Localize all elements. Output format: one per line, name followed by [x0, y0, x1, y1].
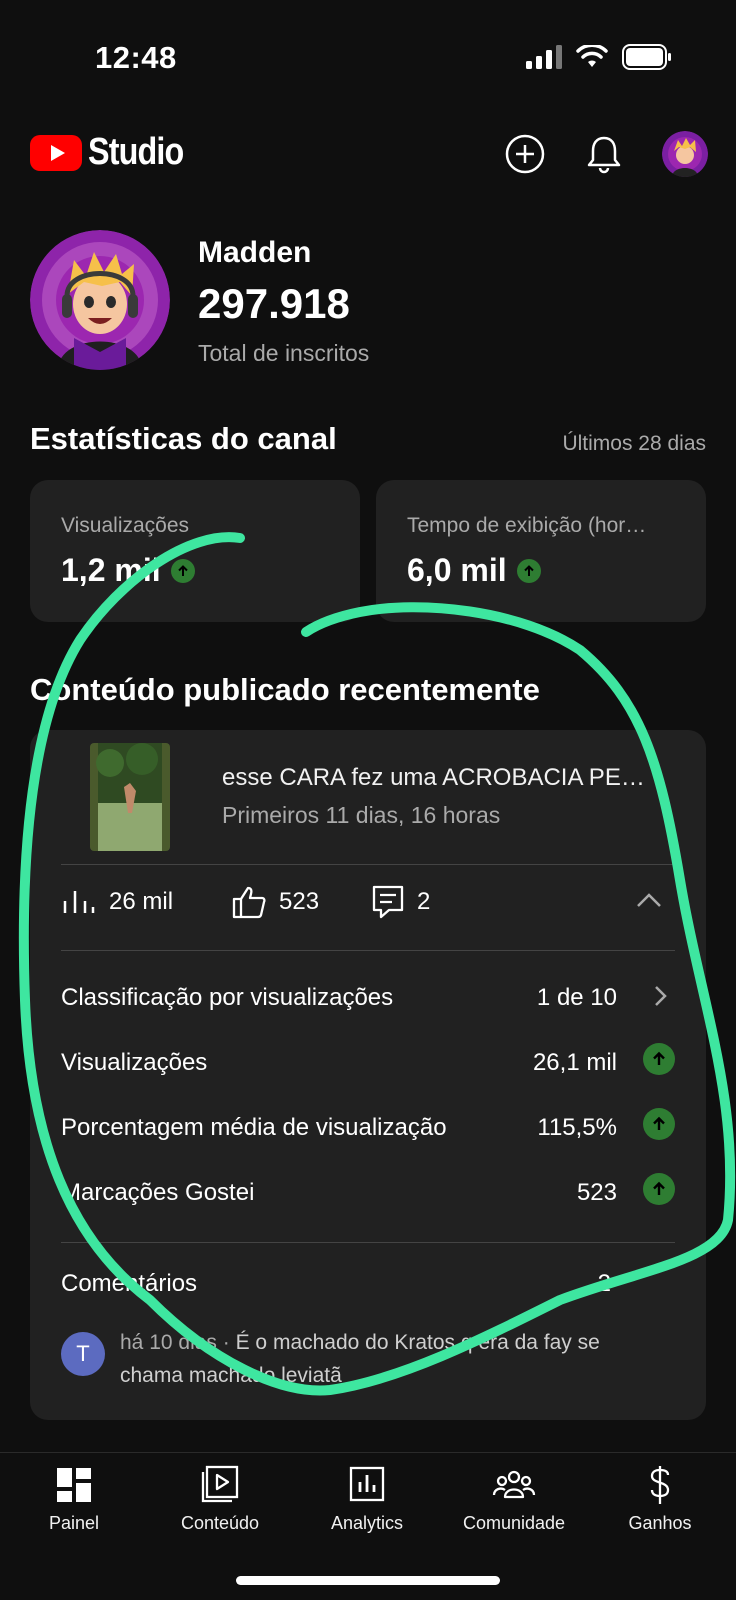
channel-avatar[interactable]: [30, 230, 170, 370]
stats-period[interactable]: Últimos 28 dias: [562, 432, 706, 456]
nav-item-conteudo[interactable]: Conteúdo: [150, 1463, 290, 1543]
battery-icon: [622, 44, 671, 70]
row-avg-percentage: Porcentagem média de visualização 115,5%: [61, 1108, 675, 1148]
metric-views: 26 mil: [61, 870, 173, 934]
community-people-icon: [492, 1470, 536, 1499]
row-label: Comentários: [61, 1270, 198, 1297]
metric-comments: 2: [371, 870, 430, 934]
content-play-icon: [201, 1465, 239, 1503]
status-bar: 12:48: [0, 0, 736, 110]
up-arrow-icon: [643, 1043, 675, 1075]
row-label: Marcações Gostei: [61, 1179, 255, 1206]
home-indicator: [236, 1576, 500, 1585]
recent-video-card: esse CARA fez uma ACROBACIA PE… Primeiro…: [30, 730, 706, 1420]
up-arrow-icon: [643, 1108, 675, 1140]
signal-icon: [526, 45, 562, 69]
nav-item-ganhos[interactable]: Ganhos: [590, 1463, 730, 1543]
bell-icon[interactable]: [584, 133, 624, 175]
logo-text: Studio: [88, 131, 184, 173]
status-icons: [526, 44, 672, 70]
stat-value-text: 1,2 mil: [61, 552, 161, 588]
row-label: Porcentagem média de visualização: [61, 1114, 447, 1141]
stat-value: 6,0 mil: [407, 552, 541, 589]
nav-item-analytics[interactable]: Analytics: [297, 1463, 437, 1543]
up-arrow-icon: [170, 558, 195, 583]
row-label: Classificação por visualizações: [61, 984, 394, 1011]
dollar-icon: [650, 1466, 670, 1504]
commenter-avatar[interactable]: T: [61, 1332, 105, 1376]
nav-label: Comunidade: [462, 1513, 566, 1533]
nav-label: Painel: [48, 1513, 100, 1533]
nav-label: Analytics: [330, 1513, 404, 1533]
subscriber-count: 297.918: [198, 280, 350, 327]
row-likes: Marcações Gostei 523: [61, 1173, 675, 1213]
comment-icon: [372, 885, 404, 919]
metric-likes: 523: [231, 870, 319, 934]
metric-views-value: 26 mil: [109, 888, 174, 915]
stat-label: Tempo de exibição (hor…: [407, 514, 647, 537]
video-thumbnail[interactable]: [90, 743, 170, 851]
recent-section-title: Conteúdo publicado recentemente: [30, 672, 540, 707]
youtube-logo-icon: [30, 134, 82, 171]
stat-card-views[interactable]: Visualizações 1,2 mil: [30, 480, 360, 622]
metric-likes-value: 523: [279, 888, 320, 915]
dashboard-icon: [57, 1468, 91, 1502]
stat-value-text: 6,0 mil: [407, 552, 507, 588]
chevron-right-icon: [655, 986, 667, 1006]
divider: [61, 950, 675, 951]
video-metrics: 26 mil 523 2: [61, 870, 675, 934]
header-actions: [504, 131, 708, 177]
analytics-bar-icon: [349, 1466, 385, 1502]
youtube-studio-logo[interactable]: Studio: [30, 131, 200, 174]
divider: [61, 1242, 675, 1243]
chevron-up-icon[interactable]: [635, 890, 663, 910]
nav-label: Ganhos: [628, 1513, 692, 1533]
nav-item-painel[interactable]: Painel: [4, 1463, 144, 1543]
row-comments[interactable]: Comentários 2: [61, 1264, 675, 1304]
up-arrow-icon: [516, 558, 541, 583]
row-value: 523: [576, 1179, 617, 1206]
analytics-bars-icon: [63, 891, 95, 913]
thumbs-up-icon: [232, 886, 266, 919]
row-value: 115,5%: [537, 1114, 617, 1141]
up-arrow-icon: [643, 1173, 675, 1205]
stat-label: Visualizações: [61, 514, 190, 537]
nav-label: Conteúdo: [180, 1513, 260, 1533]
channel-summary: Madden 297.918 Total de inscritos: [30, 230, 710, 370]
metric-comments-value: 2: [417, 888, 431, 915]
stat-card-watch-time[interactable]: Tempo de exibição (hor… 6,0 mil: [376, 480, 706, 622]
app-header: Studio: [0, 125, 736, 185]
status-time: 12:48: [95, 40, 177, 75]
channel-name: Madden: [198, 236, 312, 269]
comment-separator: ·: [216, 1331, 236, 1354]
wifi-icon: [576, 45, 608, 67]
subscriber-label: Total de inscritos: [198, 340, 370, 366]
row-label: Visualizações: [61, 1049, 208, 1076]
row-views: Visualizações 26,1 mil: [61, 1043, 675, 1083]
nav-item-comunidade[interactable]: Comunidade: [444, 1463, 584, 1543]
comment-text[interactable]: há 10 dias · É o machado do Kratos q era…: [120, 1326, 660, 1392]
video-title[interactable]: esse CARA fez uma ACROBACIA PE…: [222, 764, 672, 792]
stat-value: 1,2 mil: [61, 552, 195, 589]
row-ranking[interactable]: Classificação por visualizações 1 de 10: [61, 978, 675, 1018]
divider: [61, 864, 675, 865]
row-value: 26,1 mil: [532, 1049, 617, 1076]
row-value: 2: [597, 1270, 611, 1297]
row-value: 1 de 10: [536, 984, 617, 1011]
account-avatar[interactable]: [662, 131, 708, 177]
stats-section-title: Estatísticas do canal: [30, 421, 337, 456]
create-plus-icon[interactable]: [504, 133, 546, 175]
comment-time: há 10 dias: [120, 1331, 217, 1354]
video-period: Primeiros 11 dias, 16 horas: [222, 802, 501, 828]
